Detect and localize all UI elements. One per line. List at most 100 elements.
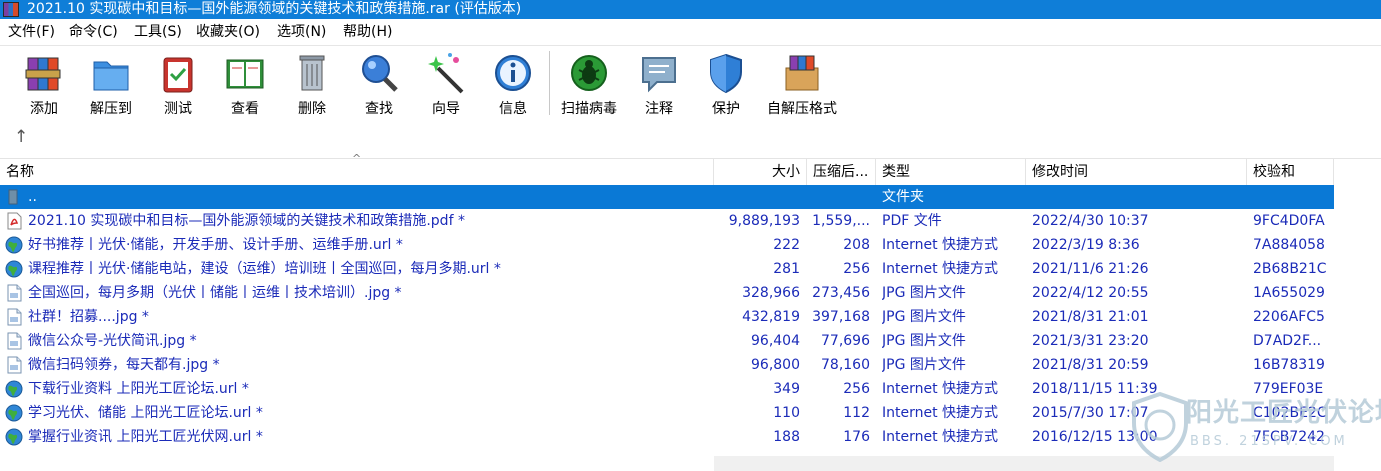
file-modified: 2021/8/31 21:01	[1032, 309, 1149, 325]
file-size: 328,966	[742, 285, 800, 301]
image-file-icon	[7, 308, 22, 326]
toolbar: 添加 解压到 测试 查看 删除 查找 向导 信息 扫描病毒 注释 保护 自解压格…	[0, 46, 1381, 156]
file-row[interactable]: 社群！招募....jpg * 432,819 397,168 JPG 图片文件 2021…	[0, 305, 1334, 329]
file-type: JPG 图片文件	[882, 285, 966, 301]
file-list-header: ^ 名称 大小 压缩后... 类型 修改时间 校验和	[0, 153, 1381, 186]
file-row[interactable]: 微信扫码领券，每天都有.jpg * 96,800 78,160 JPG 图片文件 202…	[0, 353, 1334, 377]
file-row[interactable]: 全国巡回，每月多期（光伏丨储能丨运维丨技术培训）.jpg * 328,966 273…	[0, 281, 1334, 305]
test-button[interactable]: 测试	[146, 50, 210, 122]
column-header-size[interactable]: 大小	[714, 159, 807, 185]
file-modified	[1032, 185, 1248, 209]
file-size	[714, 185, 800, 209]
wizard-button[interactable]: 向导	[414, 50, 478, 122]
file-packed-size	[800, 185, 870, 209]
file-row[interactable]: 微信公众号-光伏简讯.jpg * 96,404 77,696 JPG 图片文件 2021…	[0, 329, 1334, 353]
file-crc: 16B78319	[1253, 357, 1325, 373]
file-modified: 2021/3/31 23:20	[1032, 333, 1149, 349]
magnifier-icon	[362, 55, 398, 92]
file-name: 学习光伏、储能 上阳光工匠论坛.url *	[28, 405, 263, 421]
file-type: JPG 图片文件	[882, 333, 966, 349]
menu-commands[interactable]: 命令(C)	[69, 23, 118, 41]
file-modified: 2021/11/6 21:26	[1032, 261, 1149, 277]
comment-button[interactable]: 注释	[627, 50, 691, 122]
file-row[interactable]: 2021.10 实现碳中和目标—国外能源领域的关键技术和政策措施.pdf * 9,…	[0, 209, 1334, 233]
file-size: 432,819	[742, 309, 800, 325]
menu-bar: 文件(F) 命令(C) 工具(S) 收藏夹(O) 选项(N) 帮助(H)	[0, 19, 1381, 46]
delete-button[interactable]: 删除	[280, 50, 344, 122]
sfx-box-icon	[785, 55, 819, 91]
view-button[interactable]: 查看	[213, 50, 277, 122]
trash-icon	[299, 55, 325, 91]
column-header-modified[interactable]: 修改时间	[1026, 159, 1247, 185]
file-name: 好书推荐丨光伏·储能，开发手册、设计手册、运维手册.url *	[28, 237, 403, 253]
file-modified: 2021/8/31 20:59	[1032, 357, 1149, 373]
file-type: JPG 图片文件	[882, 309, 966, 325]
file-name: 微信公众号-光伏简讯.jpg *	[28, 333, 197, 349]
column-header-name[interactable]: 名称	[0, 159, 714, 185]
shield-icon	[710, 53, 742, 94]
file-crc	[1253, 185, 1334, 209]
menu-options[interactable]: 选项(N)	[277, 23, 326, 41]
column-header-packed[interactable]: 压缩后...	[807, 159, 876, 185]
menu-favorites[interactable]: 收藏夹(O)	[196, 23, 260, 41]
file-crc: D7AD2F...	[1253, 333, 1322, 349]
file-type: Internet 快捷方式	[882, 261, 999, 277]
file-crc: 9FC4D0FA	[1253, 213, 1325, 229]
file-type: 文件夹	[882, 189, 924, 205]
file-name: 全国巡回，每月多期（光伏丨储能丨运维丨技术培训）.jpg *	[28, 285, 402, 301]
file-packed-size: 1,559,...	[812, 213, 870, 229]
file-crc: 2B68B21C	[1253, 261, 1327, 277]
file-size: 96,800	[751, 357, 800, 373]
column-header-type[interactable]: 类型	[876, 159, 1026, 185]
winrar-app-icon[interactable]	[3, 2, 19, 17]
menu-help[interactable]: 帮助(H)	[343, 23, 392, 41]
extract-to-button[interactable]: 解压到	[79, 50, 143, 122]
file-size: 188	[773, 429, 800, 445]
image-file-icon	[7, 284, 22, 302]
info-button[interactable]: 信息	[481, 50, 545, 122]
file-packed-size: 77,696	[821, 333, 870, 349]
file-type: Internet 快捷方式	[882, 429, 999, 445]
info-icon	[495, 55, 531, 91]
info-button-label: 信息	[499, 101, 527, 117]
up-folder-button[interactable]: ↑	[14, 128, 28, 146]
menu-file[interactable]: 文件(F)	[8, 23, 55, 41]
file-packed-size: 273,456	[812, 285, 870, 301]
file-name: 课程推荐丨光伏·储能电站，建设（运维）培训班丨全国巡回，每月多期.url *	[28, 261, 501, 277]
watermark: 阳光工匠光伏论坛 BBS. 21SPV. COM	[1130, 392, 1381, 462]
file-row[interactable]: 课程推荐丨光伏·储能电站，建设（运维）培训班丨全国巡回，每月多期.url * 28…	[0, 257, 1334, 281]
sfx-button-label: 自解压格式	[767, 101, 837, 117]
menu-tools[interactable]: 工具(S)	[134, 23, 182, 41]
file-type: Internet 快捷方式	[882, 237, 999, 253]
file-crc: 7A884058	[1253, 237, 1325, 253]
virus-scan-button[interactable]: 扫描病毒	[557, 50, 621, 122]
file-name: 社群！招募....jpg *	[28, 309, 149, 325]
pdf-file-icon	[7, 212, 22, 230]
file-name: 微信扫码领券，每天都有.jpg *	[28, 357, 220, 373]
watermark-shield-icon	[1132, 392, 1188, 462]
bug-scan-icon	[571, 55, 607, 91]
file-packed-size: 256	[843, 261, 870, 277]
internet-shortcut-icon	[5, 260, 23, 278]
file-row[interactable]: .. 文件夹	[0, 185, 1334, 209]
folder-up-icon	[8, 189, 18, 205]
file-type: PDF 文件	[882, 213, 942, 229]
book-icon	[226, 59, 264, 89]
file-type: Internet 快捷方式	[882, 381, 999, 397]
find-button[interactable]: 查找	[347, 50, 411, 122]
file-modified: 2022/4/30 10:37	[1032, 213, 1149, 229]
protect-button-label: 保护	[712, 101, 740, 117]
internet-shortcut-icon	[5, 236, 23, 254]
file-modified: 2022/4/12 20:55	[1032, 285, 1149, 301]
watermark-url: BBS. 21SPV. COM	[1190, 434, 1348, 449]
column-header-crc[interactable]: 校验和	[1247, 159, 1334, 185]
file-packed-size: 208	[843, 237, 870, 253]
protect-button[interactable]: 保护	[694, 50, 758, 122]
file-row[interactable]: 好书推荐丨光伏·储能，开发手册、设计手册、运维手册.url * 222 208 Int…	[0, 233, 1334, 257]
sfx-button[interactable]: 自解压格式	[767, 50, 837, 122]
add-button[interactable]: 添加	[12, 50, 76, 122]
title-bar: 2021.10 实现碳中和目标—国外能源领域的关键技术和政策措施.rar (评估…	[0, 0, 1381, 19]
file-type: Internet 快捷方式	[882, 405, 999, 421]
file-size: 9,889,193	[728, 213, 800, 229]
file-size: 222	[773, 237, 800, 253]
